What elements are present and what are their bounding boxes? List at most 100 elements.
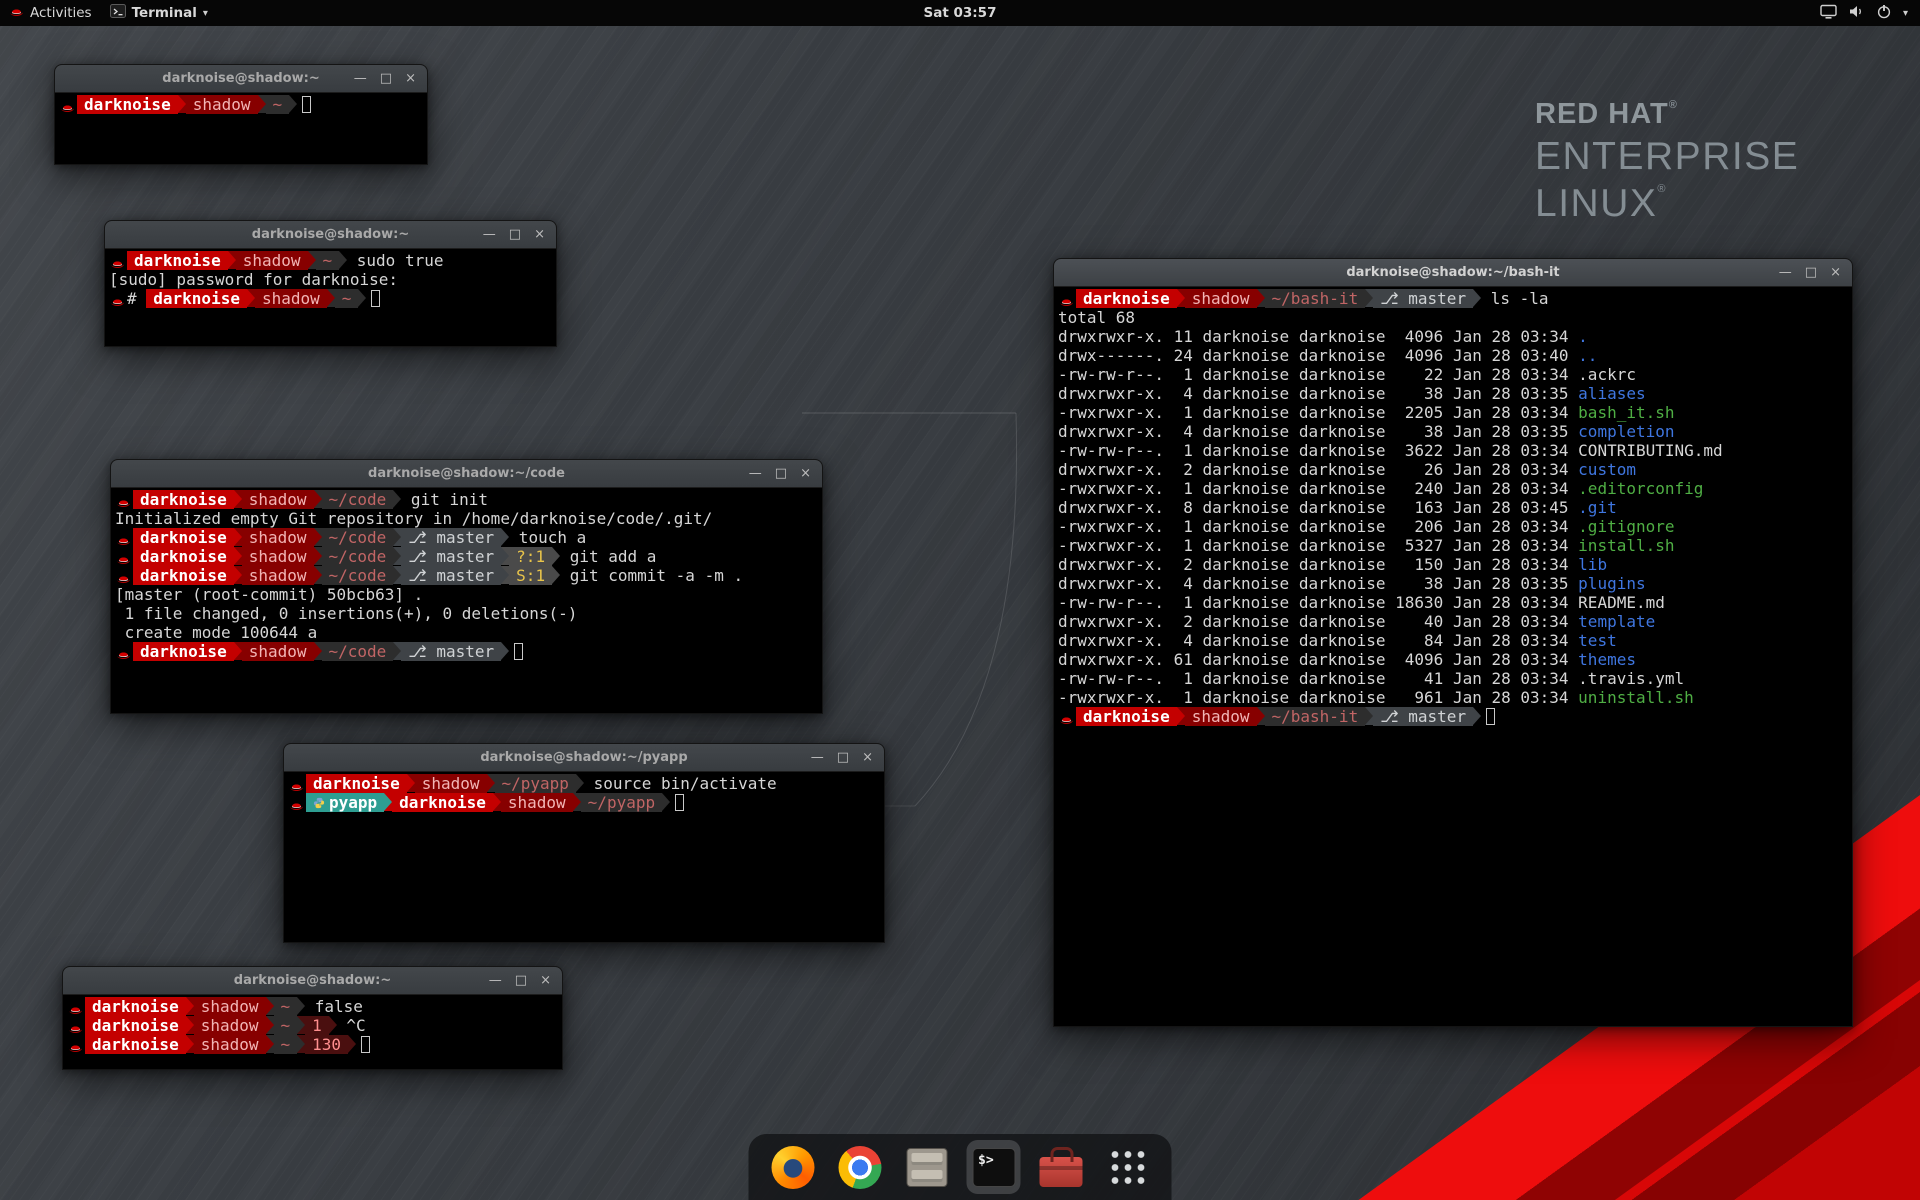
titlebar[interactable]: darknoise@shadow:~—□×: [105, 221, 556, 249]
prompt-segment-user: darknoise: [1076, 707, 1177, 726]
prompt-segment-user: darknoise: [133, 528, 234, 547]
maximize-button[interactable]: □: [380, 65, 392, 92]
app-menu-terminal[interactable]: Terminal ▾: [101, 0, 217, 26]
prompt-segment-path: ~: [316, 251, 340, 270]
clock[interactable]: Sat 03:57: [924, 5, 997, 21]
prompt-segment-git: ⎇ master: [1373, 707, 1473, 726]
terminal-line: darknoiseshadow~/code⎇ master?:1 git add…: [115, 547, 822, 566]
titlebar[interactable]: darknoise@shadow:~/code— □ ×: [111, 460, 822, 488]
close-button[interactable]: ×: [800, 460, 811, 487]
redhat-prompt-icon: [115, 566, 133, 585]
terminal-window-sudo: darknoise@shadow:~—□×darknoiseshadow~ su…: [104, 220, 557, 347]
dock-item-software[interactable]: [1034, 1140, 1088, 1194]
top-bar: Activities Terminal ▾ Sat 03:57 ▾: [0, 0, 1920, 26]
terminal-text: drwxrwxr-x. 2 darknoise darknoise 40 Jan…: [1058, 612, 1578, 631]
prompt-segment-git: ⎇ master: [1373, 289, 1473, 308]
terminal-text: aliases: [1578, 384, 1645, 403]
minimize-button[interactable]: —: [489, 967, 502, 994]
terminal-body[interactable]: darknoiseshadow~ sudo true[sudo] passwor…: [105, 249, 556, 346]
redhat-prompt-icon: [115, 528, 133, 547]
powerline-separator-icon: [393, 642, 401, 660]
terminal-line: darknoiseshadow~/code⎇ master: [115, 642, 822, 661]
redhat-prompt-icon: [109, 289, 127, 308]
powerline-separator-icon: [1365, 289, 1373, 307]
window-controls: — □ ×: [483, 221, 556, 248]
terminal-body[interactable]: darknoiseshadow~/bash-it⎇ master ls -lat…: [1054, 287, 1852, 1026]
prompt-segment-user: darknoise: [127, 251, 228, 270]
dock-item-firefox[interactable]: [766, 1140, 820, 1194]
prompt-segment-path: ~/code: [322, 547, 394, 566]
system-status-area[interactable]: ▾: [1808, 0, 1920, 26]
maximize-button[interactable]: □: [775, 460, 787, 487]
terminal-text: ^C: [337, 1016, 366, 1035]
app-menu-label: Terminal: [132, 5, 197, 21]
maximize-button[interactable]: □: [1805, 259, 1817, 286]
titlebar[interactable]: darknoise@shadow:~—□×: [55, 65, 427, 93]
terminal-line: darknoiseshadow~/code⎇ master touch a: [115, 528, 822, 547]
close-button[interactable]: ×: [1830, 259, 1841, 286]
distro-redhat-icon: [9, 5, 24, 21]
minimize-button[interactable]: —: [749, 460, 762, 487]
powerline-separator-icon: [1257, 289, 1265, 307]
powerline-separator-icon: [289, 95, 297, 113]
titlebar[interactable]: darknoise@shadow:~/bash-it—□×: [1054, 259, 1852, 287]
maximize-button[interactable]: □: [509, 221, 521, 248]
close-button[interactable]: ×: [540, 967, 551, 994]
powerline-separator-icon: [308, 251, 316, 269]
prompt-segment-host: shadow: [1185, 289, 1257, 308]
terminal-line: # darknoiseshadow~: [109, 289, 556, 308]
powerline-separator-icon: [186, 997, 194, 1015]
maximize-button[interactable]: □: [515, 967, 527, 994]
terminal-cursor: [371, 290, 380, 307]
dock-item-chrome[interactable]: [833, 1140, 887, 1194]
activities-button[interactable]: Activities: [0, 0, 101, 26]
window-title: darknoise@shadow:~/code: [111, 466, 822, 481]
terminal-line: total 68: [1058, 308, 1852, 327]
terminal-text: README.md: [1578, 593, 1665, 612]
terminal-text: [master (root-commit) 50bcb63] .: [115, 585, 423, 604]
terminal-window-home-1: darknoise@shadow:~—□×darknoiseshadow~: [54, 64, 428, 165]
minimize-button[interactable]: —: [354, 65, 367, 92]
terminal-text: template: [1578, 612, 1655, 631]
redhat-prompt-icon: [115, 547, 133, 566]
powerline-separator-icon: [393, 528, 401, 546]
terminal-cursor: [1486, 708, 1495, 725]
terminal-text: git add a: [560, 547, 656, 566]
minimize-button[interactable]: —: [1779, 259, 1792, 286]
maximize-button[interactable]: □: [837, 744, 849, 771]
powerline-separator-icon: [297, 997, 305, 1015]
terminal-text: bash_it.sh: [1578, 403, 1674, 422]
terminal-app-icon: [110, 3, 126, 23]
terminal-body[interactable]: darknoiseshadow~: [55, 93, 427, 164]
terminal-text: install.sh: [1578, 536, 1674, 555]
terminal-text: total 68: [1058, 308, 1135, 327]
terminal-line: -rw-rw-r--. 1 darknoise darknoise 3622 J…: [1058, 441, 1852, 460]
terminal-line: drwxrwxr-x. 11 darknoise darknoise 4096 …: [1058, 327, 1852, 346]
dock-item-terminal[interactable]: $>: [967, 1140, 1021, 1194]
terminal-line: -rw-rw-r--. 1 darknoise darknoise 41 Jan…: [1058, 669, 1852, 688]
dock-item-files[interactable]: [900, 1140, 954, 1194]
close-button[interactable]: ×: [534, 221, 545, 248]
titlebar[interactable]: darknoise@shadow:~—□×: [63, 967, 562, 995]
minimize-button[interactable]: —: [483, 221, 496, 248]
terminal-text: -rw-rw-r--. 1 darknoise darknoise 41 Jan…: [1058, 669, 1578, 688]
close-button[interactable]: ×: [862, 744, 873, 771]
redhat-prompt-icon: [67, 1016, 85, 1035]
close-button[interactable]: ×: [405, 65, 416, 92]
prompt-segment-host: shadow: [242, 566, 314, 585]
redhat-prompt-icon: [288, 793, 306, 812]
terminal-text: themes: [1578, 650, 1636, 669]
terminal-body[interactable]: darknoiseshadow~/code git initInitialize…: [111, 488, 822, 713]
redhat-prompt-icon: [67, 997, 85, 1016]
prompt-segment-user: darknoise: [306, 774, 407, 793]
dock-item-app-grid[interactable]: [1101, 1140, 1155, 1194]
minimize-button[interactable]: —: [811, 744, 824, 771]
terminal-cursor: [675, 794, 684, 811]
terminal-text: -rwxrwxr-x. 1 darknoise darknoise 961 Ja…: [1058, 688, 1578, 707]
terminal-line: drwxrwxr-x. 2 darknoise darknoise 26 Jan…: [1058, 460, 1852, 479]
terminal-body[interactable]: darknoiseshadow~ falsedarknoiseshadow~1 …: [63, 995, 562, 1069]
powerline-separator-icon: [552, 566, 560, 584]
powerline-separator-icon: [314, 490, 322, 508]
titlebar[interactable]: darknoise@shadow:~/pyapp—□×: [284, 744, 884, 772]
terminal-body[interactable]: darknoiseshadow~/pyapp source bin/activa…: [284, 772, 884, 942]
